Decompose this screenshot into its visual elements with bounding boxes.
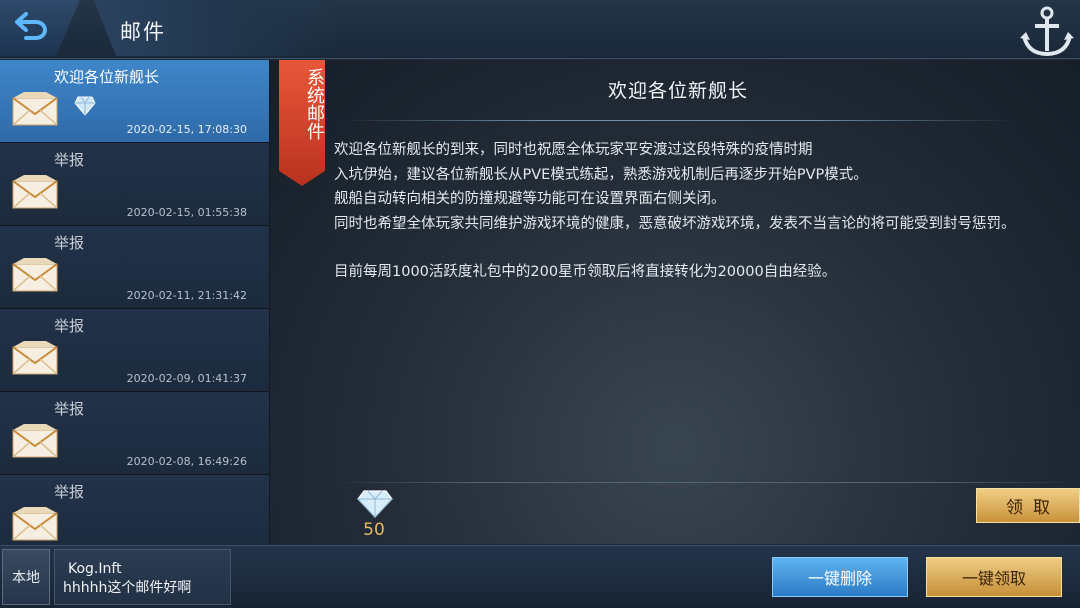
mail-date: 2020-02-15, 01:55:38 bbox=[126, 206, 247, 219]
anchor-icon bbox=[1020, 6, 1074, 57]
mail-date: 2020-02-09, 01:41:37 bbox=[126, 372, 247, 385]
delete-all-button[interactable]: 一键删除 bbox=[772, 557, 908, 597]
envelope-icon bbox=[12, 92, 58, 126]
mail-date: 2020-02-08, 16:49:26 bbox=[126, 455, 247, 468]
body-paragraph: 欢迎各位新舰长的到来，同时也祝愿全体玩家平安渡过这段特殊的疫情时期 bbox=[334, 142, 813, 158]
mail-subject: 举报 bbox=[54, 151, 85, 169]
mail-date: 2020-02-15, 17:08:30 bbox=[126, 123, 247, 136]
mail-subject: 举报 bbox=[54, 234, 85, 252]
attachment-divider bbox=[330, 482, 1080, 483]
diamond-icon bbox=[74, 96, 96, 116]
mail-subject: 举报 bbox=[54, 400, 85, 418]
diamond-icon bbox=[357, 490, 393, 518]
mail-item[interactable]: 欢迎各位新舰长 2020-02-15, 17:08:30 bbox=[0, 60, 269, 143]
envelope-icon bbox=[12, 507, 58, 541]
mail-body: 欢迎各位新舰长的到来，同时也祝愿全体玩家平安渡过这段特殊的疫情时期 入坑伊始，建… bbox=[334, 138, 1034, 285]
title-divider bbox=[340, 120, 1016, 121]
page-title: 邮件 bbox=[120, 20, 166, 44]
mail-subject: 举报 bbox=[54, 317, 85, 335]
mail-list[interactable]: 欢迎各位新舰长 2020-02-15, 17:08:30 举报 2020-02-… bbox=[0, 60, 270, 544]
mail-item[interactable]: 举报 2020-02-11, 21:31:42 bbox=[0, 226, 269, 309]
mail-subject: 举报 bbox=[54, 483, 85, 501]
claim-all-button[interactable]: 一键领取 bbox=[926, 557, 1062, 597]
envelope-icon bbox=[12, 175, 58, 209]
mail-item[interactable]: 举报 2020-02-08, 16:49:26 bbox=[0, 392, 269, 475]
body-paragraph: 同时也希望全体玩家共同维护游戏环境的健康，恶意破坏游戏环境，发表不当言论的将可能… bbox=[334, 215, 1016, 232]
local-chat-tab[interactable]: 本地 bbox=[2, 549, 50, 605]
body-paragraph: 舰船自动转向相关的防撞规避等功能可在设置界面右侧关闭。 bbox=[334, 191, 726, 207]
back-button[interactable] bbox=[10, 8, 54, 44]
mail-item[interactable]: 举报 2020-02-15, 01:55:38 bbox=[0, 143, 269, 226]
ribbon-label: 系统邮件 bbox=[304, 68, 325, 140]
envelope-icon bbox=[12, 424, 58, 458]
mail-item[interactable]: 举报 bbox=[0, 475, 269, 544]
back-arrow-icon bbox=[15, 12, 47, 40]
envelope-icon bbox=[12, 258, 58, 292]
chat-username: Kog.Inft bbox=[68, 561, 122, 577]
body-paragraph: 目前每周1000活跃度礼包中的200星币领取后将直接转化为20000自由经验。 bbox=[334, 264, 837, 280]
reward-count: 50 bbox=[363, 520, 385, 540]
chat-message: hhhhh这个邮件好啊 bbox=[63, 580, 192, 596]
envelope-icon bbox=[12, 341, 58, 375]
mail-title: 欢迎各位新舰长 bbox=[607, 80, 748, 102]
mail-date: 2020-02-11, 21:31:42 bbox=[126, 289, 247, 302]
mail-item[interactable]: 举报 2020-02-09, 01:41:37 bbox=[0, 309, 269, 392]
mail-subject: 欢迎各位新舰长 bbox=[54, 68, 160, 86]
mail-detail-panel bbox=[270, 60, 1080, 544]
claim-button[interactable]: 领取 bbox=[976, 488, 1080, 523]
body-paragraph: 入坑伊始，建议各位新舰长从PVE模式练起，熟悉游戏机制后再逐步开始PVP模式。 bbox=[334, 166, 868, 183]
